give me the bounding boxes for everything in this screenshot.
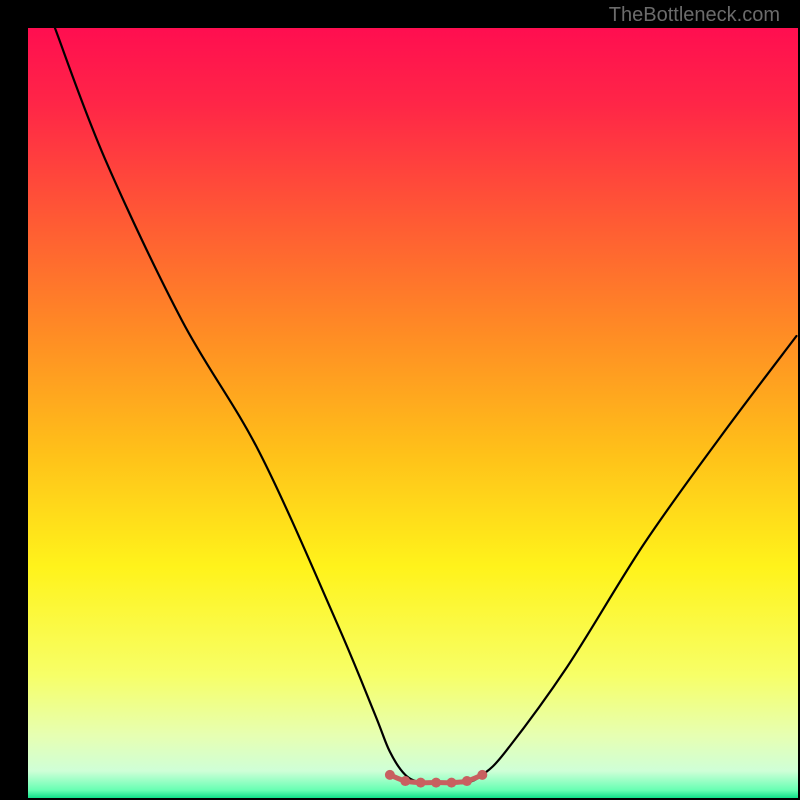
chart-container: TheBottleneck.com — [0, 0, 800, 800]
bottleneck-chart — [0, 0, 800, 800]
watermark-text: TheBottleneck.com — [609, 4, 780, 27]
plot-background — [28, 28, 798, 798]
